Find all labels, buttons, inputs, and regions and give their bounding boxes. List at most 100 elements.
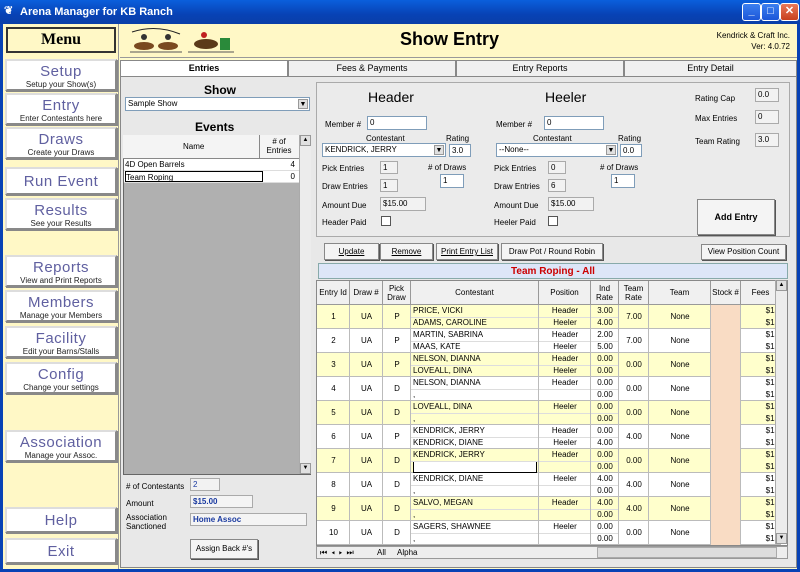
grid-cell-id: 4 xyxy=(331,384,336,393)
grid-cell-f1: $15 xyxy=(765,354,779,363)
max-entries-label: Max Entries xyxy=(695,114,738,123)
event-row[interactable]: 4D Open Barrels 4 xyxy=(124,159,299,171)
nav-help-button[interactable]: Help xyxy=(5,507,117,533)
grid-col-header[interactable]: Stock # xyxy=(711,281,741,305)
nav-entry-button[interactable]: Entry Enter Contestants here xyxy=(5,93,117,125)
grid-cell-draw: UA xyxy=(360,480,373,489)
stock-cell[interactable] xyxy=(711,425,741,449)
grid-cell-p1: Header xyxy=(551,498,579,507)
events-scrollbar[interactable]: ▲ ▼ xyxy=(299,135,311,474)
nav-association-button[interactable]: Association Manage your Assoc. xyxy=(5,430,117,462)
header-rating-input[interactable]: 3.0 xyxy=(449,144,471,157)
grid-cell-r2: 0.00 xyxy=(597,510,613,519)
nav-setup-button[interactable]: Setup Setup your Show(s) xyxy=(5,59,117,91)
grid-cell-team: None xyxy=(670,456,690,465)
chevron-down-icon[interactable]: ▼ xyxy=(298,99,308,109)
chevron-down-icon[interactable]: ▼ xyxy=(434,145,444,155)
event-name: Team Roping xyxy=(125,171,263,182)
stock-cell[interactable] xyxy=(711,377,741,401)
grid-scrollbar[interactable]: ▲ ▼ xyxy=(775,280,787,544)
show-select[interactable]: Sample Show ▼ xyxy=(125,97,310,111)
event-row-selected[interactable]: Team Roping 0 xyxy=(124,171,299,183)
nav-draws-button[interactable]: Draws Create your Draws xyxy=(5,127,117,159)
tab-entries[interactable]: Entries xyxy=(120,60,288,77)
events-list[interactable] xyxy=(123,135,311,475)
header-draws-input[interactable]: 1 xyxy=(440,174,464,188)
nav-reports-button[interactable]: Reports View and Print Reports xyxy=(5,255,117,287)
header-amount-value: $15.00 xyxy=(380,197,426,211)
grid-cell-p1: Header xyxy=(551,426,579,435)
grid-cell-team: None xyxy=(670,312,690,321)
update-button[interactable]: Update xyxy=(324,243,379,260)
grid-cell-id: 3 xyxy=(331,360,336,369)
stock-cell[interactable] xyxy=(711,353,741,377)
header-member-input[interactable]: 0 xyxy=(367,116,427,130)
minimize-button[interactable]: _ xyxy=(742,3,761,21)
grid-col-header[interactable]: Pick Draw xyxy=(383,281,411,305)
stock-cell[interactable] xyxy=(711,329,741,353)
nav-config-button[interactable]: Config Change your settings xyxy=(5,362,117,394)
grid-col-header[interactable]: Team xyxy=(649,281,711,305)
stock-cell[interactable] xyxy=(711,473,741,497)
grid-cell-c1: KENDRICK, JERRY xyxy=(413,450,485,459)
heeler-rating-input[interactable]: 0.0 xyxy=(620,144,642,157)
event-name: 4D Open Barrels xyxy=(125,160,185,169)
nav-exit-button[interactable]: Exit xyxy=(5,538,117,564)
sheet-tab-alpha[interactable]: Alpha xyxy=(397,548,417,557)
contestants-label: # of Contestants xyxy=(126,482,185,491)
header-paid-checkbox[interactable] xyxy=(381,216,391,226)
assign-back-numbers-button[interactable]: Assign Back #'s xyxy=(190,539,258,559)
maximize-button[interactable]: □ xyxy=(761,3,780,21)
nav-run-event-button[interactable]: Run Event xyxy=(5,167,117,195)
close-button[interactable]: ✕ xyxy=(780,3,799,21)
stock-cell[interactable] xyxy=(711,521,741,545)
grid-col-header[interactable]: Team Rate xyxy=(619,281,649,305)
view-position-count-button[interactable]: View Position Count xyxy=(701,244,786,260)
tab-entry-detail[interactable]: Entry Detail xyxy=(624,60,797,76)
heeler-member-input[interactable]: 0 xyxy=(544,116,604,130)
remove-button[interactable]: Remove xyxy=(380,243,433,260)
stock-cell[interactable] xyxy=(711,497,741,521)
heeler-contestant-select[interactable]: --None-- ▼ xyxy=(496,143,618,157)
grid-cell-p1: Header xyxy=(551,378,579,387)
stock-cell[interactable] xyxy=(711,401,741,425)
grid-col-header[interactable]: Entry Id xyxy=(317,281,350,305)
grid-cell-p1: Heeler xyxy=(553,402,577,411)
sheet-nav-icon[interactable]: ⏮◂▸⏭ xyxy=(320,548,358,558)
rating-cap-label: Rating Cap xyxy=(695,94,736,103)
grid-col-header[interactable]: Ind Rate xyxy=(591,281,619,305)
stock-cell[interactable] xyxy=(711,449,741,473)
scroll-down-icon[interactable]: ▼ xyxy=(300,463,311,474)
event-entries: 0 xyxy=(290,172,295,181)
draw-pot-button[interactable]: Draw Pot / Round Robin xyxy=(501,243,603,260)
stock-cell[interactable] xyxy=(711,305,741,329)
header-member-label: Member # xyxy=(325,120,362,129)
print-entry-list-button[interactable]: Print Entry List xyxy=(436,243,498,260)
header-contestant-select[interactable]: KENDRICK, JERRY ▼ xyxy=(322,143,446,157)
chevron-down-icon[interactable]: ▼ xyxy=(606,145,616,155)
tab-fees-payments[interactable]: Fees & Payments xyxy=(288,60,456,76)
grid-hscrollbar[interactable] xyxy=(597,547,777,558)
grid-cell-p1: Header xyxy=(551,450,579,459)
grid-col-header[interactable]: Draw # xyxy=(350,281,383,305)
grid-col-header[interactable]: Contestant xyxy=(411,281,539,305)
events-col-name: Name xyxy=(183,142,205,151)
add-entry-button[interactable]: Add Entry xyxy=(697,199,775,235)
scroll-up-icon[interactable]: ▲ xyxy=(300,135,311,146)
association-value: Home Assoc xyxy=(190,513,307,526)
entries-grid[interactable]: Entry Id Draw # Pick Draw Contestant Positio… xyxy=(316,280,788,546)
nav-results-button[interactable]: Results See your Results xyxy=(5,198,117,230)
nav-facility-button[interactable]: Facility Edit your Barns/Stalls xyxy=(5,326,117,358)
grid-cell-draw: UA xyxy=(360,432,373,441)
heeler-paid-checkbox[interactable] xyxy=(548,216,558,226)
scroll-up-icon[interactable]: ▲ xyxy=(776,280,787,291)
tab-entry-reports[interactable]: Entry Reports xyxy=(456,60,624,76)
nav-members-button[interactable]: Members Manage your Members xyxy=(5,290,117,322)
sheet-tab-all[interactable]: All xyxy=(377,548,386,557)
heeler-draws-input[interactable]: 1 xyxy=(611,174,635,188)
grid-cell-r1: 4.00 xyxy=(597,498,613,507)
grid-cell-c2: , xyxy=(413,510,416,519)
scroll-down-icon[interactable]: ▼ xyxy=(776,533,787,544)
grid-col-header[interactable]: Position xyxy=(539,281,591,305)
grid-cell-c1: SALVO, MEGAN xyxy=(413,498,473,507)
